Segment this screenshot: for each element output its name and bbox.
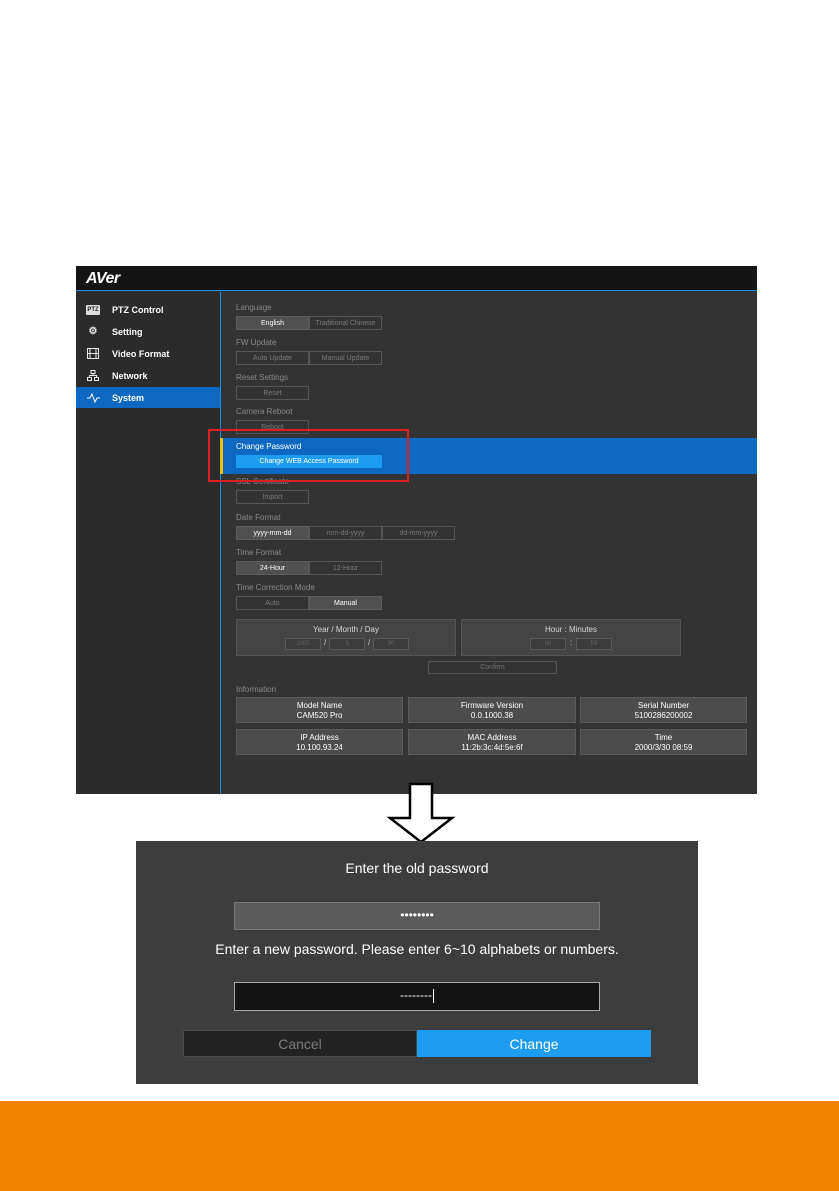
fw-update-label: FW Update <box>236 338 277 347</box>
network-icon <box>86 370 100 382</box>
info-time: Time 2000/3/30 08:59 <box>580 729 747 755</box>
info-value: 5100286200002 <box>634 711 693 720</box>
sidebar-item-ptz-control[interactable]: PTZ PTZ Control <box>76 299 220 320</box>
ssl-group: Import <box>236 490 309 504</box>
reset-button[interactable]: Reset <box>236 386 309 400</box>
sidebar-item-label: Setting <box>112 326 143 337</box>
date-entry-box: Year / Month / Day 2000 / 3 / 30 <box>236 619 456 656</box>
reset-settings-label: Reset Settings <box>236 373 289 382</box>
import-button[interactable]: Import <box>236 490 309 504</box>
sidebar-item-video-format[interactable]: Video Format <box>76 343 220 364</box>
info-serial-number: Serial Number 5100286200002 <box>580 697 747 723</box>
info-value: 11:2b:3c:4d:5e:6f <box>461 743 523 752</box>
info-title: IP Address <box>300 733 339 742</box>
language-label: Language <box>236 303 272 312</box>
info-value: 2000/3/30 08:59 <box>634 743 693 752</box>
day-input[interactable]: 30 <box>373 638 409 650</box>
confirm-button[interactable]: Confirm <box>428 661 557 674</box>
auto-update-button[interactable]: Auto Update <box>236 351 309 365</box>
info-mac-address: MAC Address 11:2b:3c:4d:5e:6f <box>408 729 576 755</box>
date-format-dd-mm-yyyy[interactable]: dd-mm-yyyy <box>382 526 455 540</box>
sidebar-item-label: Video Format <box>112 348 170 359</box>
sidebar-item-label: Network <box>112 370 148 381</box>
date-separator: / <box>324 638 327 647</box>
info-model-name: Model Name CAM520 Pro <box>236 697 403 723</box>
film-icon <box>86 348 100 360</box>
change-password-dialog: Enter the old password •••••••• Enter a … <box>136 841 698 1084</box>
info-title: Model Name <box>296 701 343 710</box>
gear-icon: ⚙ <box>88 326 98 337</box>
info-value: 0.0.1000.38 <box>470 711 514 720</box>
time-format-12-hour[interactable]: 12-Hour <box>309 561 382 575</box>
info-title: Serial Number <box>637 701 690 710</box>
change-button[interactable]: Change <box>417 1030 651 1057</box>
info-value: CAM520 Pro <box>296 711 343 720</box>
date-format-yyyy-mm-dd[interactable]: yyyy-mm-dd <box>236 526 309 540</box>
new-password-prompt: Enter a new password. Please enter 6~10 … <box>215 941 619 957</box>
time-entry-title: Hour : Minutes <box>544 625 598 634</box>
time-correction-selector: Auto Manual <box>236 596 382 610</box>
web-ui-screenshot: AVer PTZ PTZ Control ⚙ Setting Video For… <box>76 266 757 794</box>
date-entry-title: Year / Month / Day <box>313 625 379 634</box>
time-separator: : <box>570 638 573 647</box>
new-password-input[interactable]: -------- <box>234 982 600 1011</box>
cancel-button[interactable]: Cancel <box>183 1030 417 1057</box>
info-title: Firmware Version <box>460 701 524 710</box>
date-format-label: Date Format <box>236 513 281 522</box>
time-format-label: Time Format <box>236 548 282 557</box>
old-password-input[interactable]: •••••••• <box>234 902 600 930</box>
time-entry-box: Hour : Minutes 08 : 59 <box>461 619 681 656</box>
language-english-button[interactable]: English <box>236 316 309 330</box>
old-password-prompt: Enter the old password <box>345 860 489 876</box>
pulse-icon <box>86 392 100 404</box>
year-input[interactable]: 2000 <box>285 638 321 650</box>
highlight-box <box>208 429 409 482</box>
sidebar-item-label: PTZ Control <box>112 304 164 315</box>
info-firmware-version: Firmware Version 0.0.1000.38 <box>408 697 576 723</box>
fw-update-selector: Auto Update Manual Update <box>236 351 382 365</box>
info-ip-address: IP Address 10.100.93.24 <box>236 729 403 755</box>
new-password-value: -------- <box>400 988 432 1002</box>
language-traditional-chinese-button[interactable]: Traditional Chinese <box>309 316 382 330</box>
sidebar-item-network[interactable]: Network <box>76 365 220 386</box>
manual-update-button[interactable]: Manual Update <box>309 351 382 365</box>
aver-logo: AVer <box>86 270 120 287</box>
down-arrow-icon <box>386 782 456 844</box>
sidebar-item-label: System <box>112 392 145 403</box>
date-format-selector: yyyy-mm-dd mm-dd-yyyy dd-mm-yyyy <box>236 526 455 540</box>
information-label: Information <box>236 685 277 694</box>
language-selector: English Traditional Chinese <box>236 316 382 330</box>
ptz-icon: PTZ <box>86 304 100 315</box>
time-correction-auto[interactable]: Auto <box>236 596 309 610</box>
top-bar: AVer <box>76 266 757 291</box>
sidebar-item-system[interactable]: System <box>76 387 220 408</box>
date-format-mm-dd-yyyy[interactable]: mm-dd-yyyy <box>309 526 382 540</box>
info-value: 10.100.93.24 <box>296 743 343 752</box>
reset-group: Reset <box>236 386 309 400</box>
footer-band <box>0 1101 839 1191</box>
info-title: MAC Address <box>467 733 517 742</box>
date-separator: / <box>368 638 371 647</box>
minute-input[interactable]: 59 <box>576 638 612 650</box>
sidebar-item-setting[interactable]: ⚙ Setting <box>76 321 220 342</box>
camera-reboot-label: Camera Reboot <box>236 407 293 416</box>
sidebar: PTZ PTZ Control ⚙ Setting Video Format N… <box>76 292 221 794</box>
info-title: Time <box>654 733 673 742</box>
month-input[interactable]: 3 <box>329 638 365 650</box>
time-correction-label: Time Correction Mode <box>236 583 315 592</box>
system-settings-panel: Language English Traditional Chinese FW … <box>220 292 757 794</box>
time-format-selector: 24-Hour 12-Hour <box>236 561 382 575</box>
time-format-24-hour[interactable]: 24-Hour <box>236 561 309 575</box>
text-caret <box>432 988 434 1003</box>
time-correction-manual[interactable]: Manual <box>309 596 382 610</box>
hour-input[interactable]: 08 <box>530 638 566 650</box>
